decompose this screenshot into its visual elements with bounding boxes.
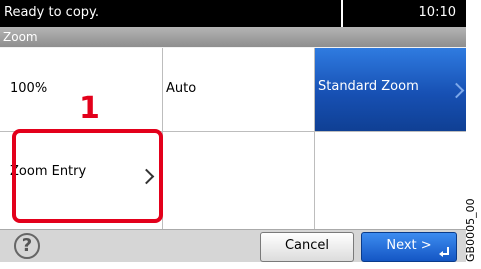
status-time: 10:10 [418,5,456,20]
status-message: Ready to copy. [4,5,99,20]
help-icon[interactable]: ? [14,233,40,259]
figure-code: GB0005_00 [464,198,477,262]
empty-cell-right [315,133,466,229]
title-bar: Zoom [0,27,466,47]
option-standard-zoom-label: Standard Zoom [318,79,419,94]
chevron-right-icon [448,82,465,99]
status-bar: Ready to copy. 10:10 [0,0,466,27]
cancel-button-label: Cancel [284,238,330,253]
enter-icon [439,247,449,257]
page-title: Zoom [3,30,38,44]
grid-divider [314,48,315,229]
option-100-percent-label: 100% [10,81,48,96]
option-standard-zoom[interactable]: Standard Zoom [315,48,466,132]
next-button[interactable]: Next > [361,232,457,262]
bottom-bar: ? Cancel Next > [0,229,466,262]
status-divider [341,0,343,27]
empty-cell-middle [163,132,314,229]
cancel-button[interactable]: Cancel [260,232,354,262]
option-auto-label: Auto [166,81,197,96]
option-auto[interactable]: Auto [163,48,314,130]
step-highlight-box [12,129,163,223]
next-button-label: Next > [386,238,432,253]
step-number: 1 [79,91,100,126]
